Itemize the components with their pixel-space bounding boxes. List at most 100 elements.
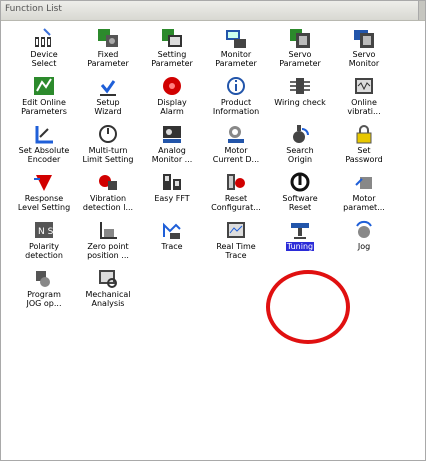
title-bar[interactable]: Function List: [1, 1, 425, 21]
function-item-label: Easy FFT: [154, 194, 190, 203]
function-item-absolute-encoder[interactable]: Set Absolute Encoder: [12, 123, 76, 171]
software-reset-icon: [286, 171, 314, 193]
trace-icon: [158, 219, 186, 241]
function-item-label: Polarity detection: [25, 242, 63, 260]
password-lock-icon: [350, 123, 378, 145]
function-grid: Device Select Fixed Parameter Setting Para…: [12, 27, 422, 447]
function-item-wiring-check[interactable]: Wiring check: [268, 75, 332, 123]
absolute-encoder-icon: [30, 123, 58, 145]
function-item-password-lock[interactable]: Set Password: [332, 123, 396, 171]
search-origin-icon: [286, 123, 314, 145]
function-item-label: Set Password: [345, 146, 383, 164]
mechanical-analysis-icon: [94, 267, 122, 289]
function-item-tuning[interactable]: Tuning: [268, 219, 332, 267]
function-item-label: Program JOG op...: [26, 290, 62, 308]
function-item-alarm[interactable]: Display Alarm: [140, 75, 204, 123]
window-edge: [418, 1, 425, 20]
function-item-label: Motor Current D...: [212, 146, 260, 164]
function-item-label: Wiring check: [274, 98, 326, 107]
function-item-reset-config[interactable]: Reset Configurat...: [204, 171, 268, 219]
function-item-label: Tuning: [285, 242, 315, 251]
function-item-label: Servo Monitor: [348, 50, 380, 68]
function-item-online-vibration[interactable]: Online vibrati...: [332, 75, 396, 123]
function-item-monitor-parameter[interactable]: Monitor Parameter: [204, 27, 268, 75]
vibration-detection-icon: [94, 171, 122, 193]
function-item-label: Display Alarm: [157, 98, 187, 116]
function-item-label: Fixed Parameter: [87, 50, 129, 68]
function-item-label: Device Select: [30, 50, 58, 68]
function-item-analog-monitor[interactable]: Analog Monitor ...: [140, 123, 204, 171]
function-item-servo-monitor[interactable]: Servo Monitor: [332, 27, 396, 75]
alarm-icon: [158, 75, 186, 97]
function-item-label: Setting Parameter: [151, 50, 193, 68]
function-item-easy-fft[interactable]: Easy FFT: [140, 171, 204, 219]
function-item-fixed-parameter[interactable]: Fixed Parameter: [76, 27, 140, 75]
function-item-mechanical-analysis[interactable]: Mechanical Analysis: [76, 267, 140, 315]
setting-parameter-icon: [158, 27, 186, 49]
function-item-label: Zero point position ...: [87, 242, 129, 260]
wiring-check-icon: [286, 75, 314, 97]
online-vibration-icon: [350, 75, 378, 97]
svg-text:N S: N S: [38, 227, 54, 237]
function-item-label: Setup Wizard: [94, 98, 122, 116]
function-item-label: Reset Configurat...: [211, 194, 261, 212]
function-item-label: Response Level Setting: [17, 194, 71, 212]
function-item-trace[interactable]: Trace: [140, 219, 204, 267]
setup-wizard-icon: [94, 75, 122, 97]
function-item-label: Real Time Trace: [216, 242, 256, 260]
function-item-label: Vibration detection l...: [82, 194, 134, 212]
function-item-label: Motor paramet...: [343, 194, 385, 212]
function-item-realtime-trace[interactable]: Real Time Trace: [204, 219, 268, 267]
motor-current-icon: [222, 123, 250, 145]
function-item-device-select[interactable]: Device Select: [12, 27, 76, 75]
function-item-motor-current[interactable]: Motor Current D...: [204, 123, 268, 171]
product-info-icon: [222, 75, 250, 97]
function-item-label: Search Origin: [286, 146, 314, 164]
servo-monitor-icon: [350, 27, 378, 49]
window-title: Function List: [5, 4, 62, 14]
function-item-program-jog[interactable]: Program JOG op...: [12, 267, 76, 315]
function-item-product-info[interactable]: Product Information: [204, 75, 268, 123]
function-item-vibration-detection[interactable]: Vibration detection l...: [76, 171, 140, 219]
function-item-label: Edit Online Parameters: [21, 98, 67, 116]
function-item-zero-point[interactable]: Zero point position ...: [76, 219, 140, 267]
monitor-parameter-icon: [222, 27, 250, 49]
program-jog-icon: [30, 267, 58, 289]
function-item-servo-parameter[interactable]: Servo Parameter: [268, 27, 332, 75]
response-level-icon: [30, 171, 58, 193]
easy-fft-icon: [158, 171, 186, 193]
function-item-label: Set Absolute Encoder: [18, 146, 70, 164]
polarity-detection-icon: N S: [30, 219, 58, 241]
analog-monitor-icon: [158, 123, 186, 145]
function-item-software-reset[interactable]: Software Reset: [268, 171, 332, 219]
tuning-icon: [286, 219, 314, 241]
reset-config-icon: [222, 171, 250, 193]
fixed-parameter-icon: [94, 27, 122, 49]
function-item-response-level[interactable]: Response Level Setting: [12, 171, 76, 219]
function-item-multiturn-limit[interactable]: Multi-turn Limit Setting: [76, 123, 140, 171]
servo-parameter-icon: [286, 27, 314, 49]
function-item-setup-wizard[interactable]: Setup Wizard: [76, 75, 140, 123]
function-item-label: Servo Parameter: [279, 50, 321, 68]
function-item-label: Multi-turn Limit Setting: [82, 146, 134, 164]
function-item-edit-online[interactable]: Edit Online Parameters: [12, 75, 76, 123]
function-item-motor-parameter[interactable]: Motor paramet...: [332, 171, 396, 219]
function-item-polarity-detection[interactable]: N S Polarity detection: [12, 219, 76, 267]
zero-point-icon: [94, 219, 122, 241]
edit-online-icon: [30, 75, 58, 97]
function-item-search-origin[interactable]: Search Origin: [268, 123, 332, 171]
function-item-label: Mechanical Analysis: [85, 290, 131, 308]
device-select-icon: [30, 27, 58, 49]
function-item-label: Jog: [357, 242, 371, 251]
function-item-label: Trace: [161, 242, 183, 251]
function-item-label: Product Information: [212, 98, 260, 116]
function-item-setting-parameter[interactable]: Setting Parameter: [140, 27, 204, 75]
jog-icon: [350, 219, 378, 241]
function-item-label: Monitor Parameter: [215, 50, 257, 68]
function-list-window: Function List Device Select Fixed Paramet…: [0, 0, 426, 461]
realtime-trace-icon: [222, 219, 250, 241]
motor-parameter-icon: [350, 171, 378, 193]
function-item-label: Online vibrati...: [347, 98, 381, 116]
function-item-label: Software Reset: [282, 194, 318, 212]
function-item-jog[interactable]: Jog: [332, 219, 396, 267]
